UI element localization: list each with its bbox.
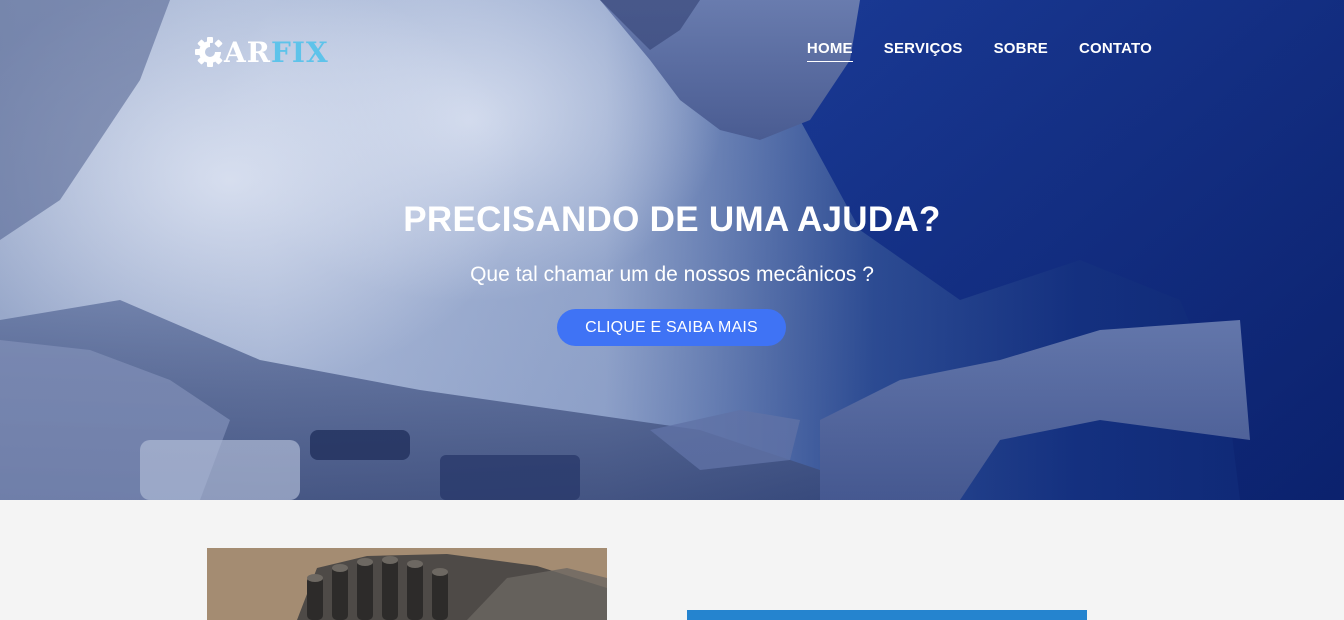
hero-subtitle: Que tal chamar um de nossos mecânicos ? bbox=[470, 263, 874, 286]
engine-parts-image bbox=[207, 548, 607, 620]
nav-item-sobre[interactable]: SOBRE bbox=[994, 40, 1048, 62]
services-section bbox=[0, 500, 1344, 620]
gear-icon bbox=[195, 37, 223, 67]
section-blue-bar bbox=[687, 610, 1087, 620]
nav-item-contato[interactable]: CONTATO bbox=[1079, 40, 1152, 62]
main-nav: HOME SERVIÇOS SOBRE CONTATO bbox=[806, 40, 1152, 62]
nav-item-servicos[interactable]: SERVIÇOS bbox=[884, 40, 963, 62]
cta-button[interactable]: CLIQUE E SAIBA MAIS bbox=[557, 309, 786, 346]
hero-title: PRECISANDO DE UMA AJUDA? bbox=[403, 200, 941, 239]
hero-overlay bbox=[0, 0, 1344, 500]
logo-text-fix: FIX bbox=[271, 35, 329, 69]
logo-text-ar: AR bbox=[224, 35, 271, 69]
hero-banner bbox=[0, 0, 1344, 500]
carfix-logo[interactable]: AR FIX bbox=[194, 35, 329, 69]
nav-item-home[interactable]: HOME bbox=[806, 40, 853, 62]
